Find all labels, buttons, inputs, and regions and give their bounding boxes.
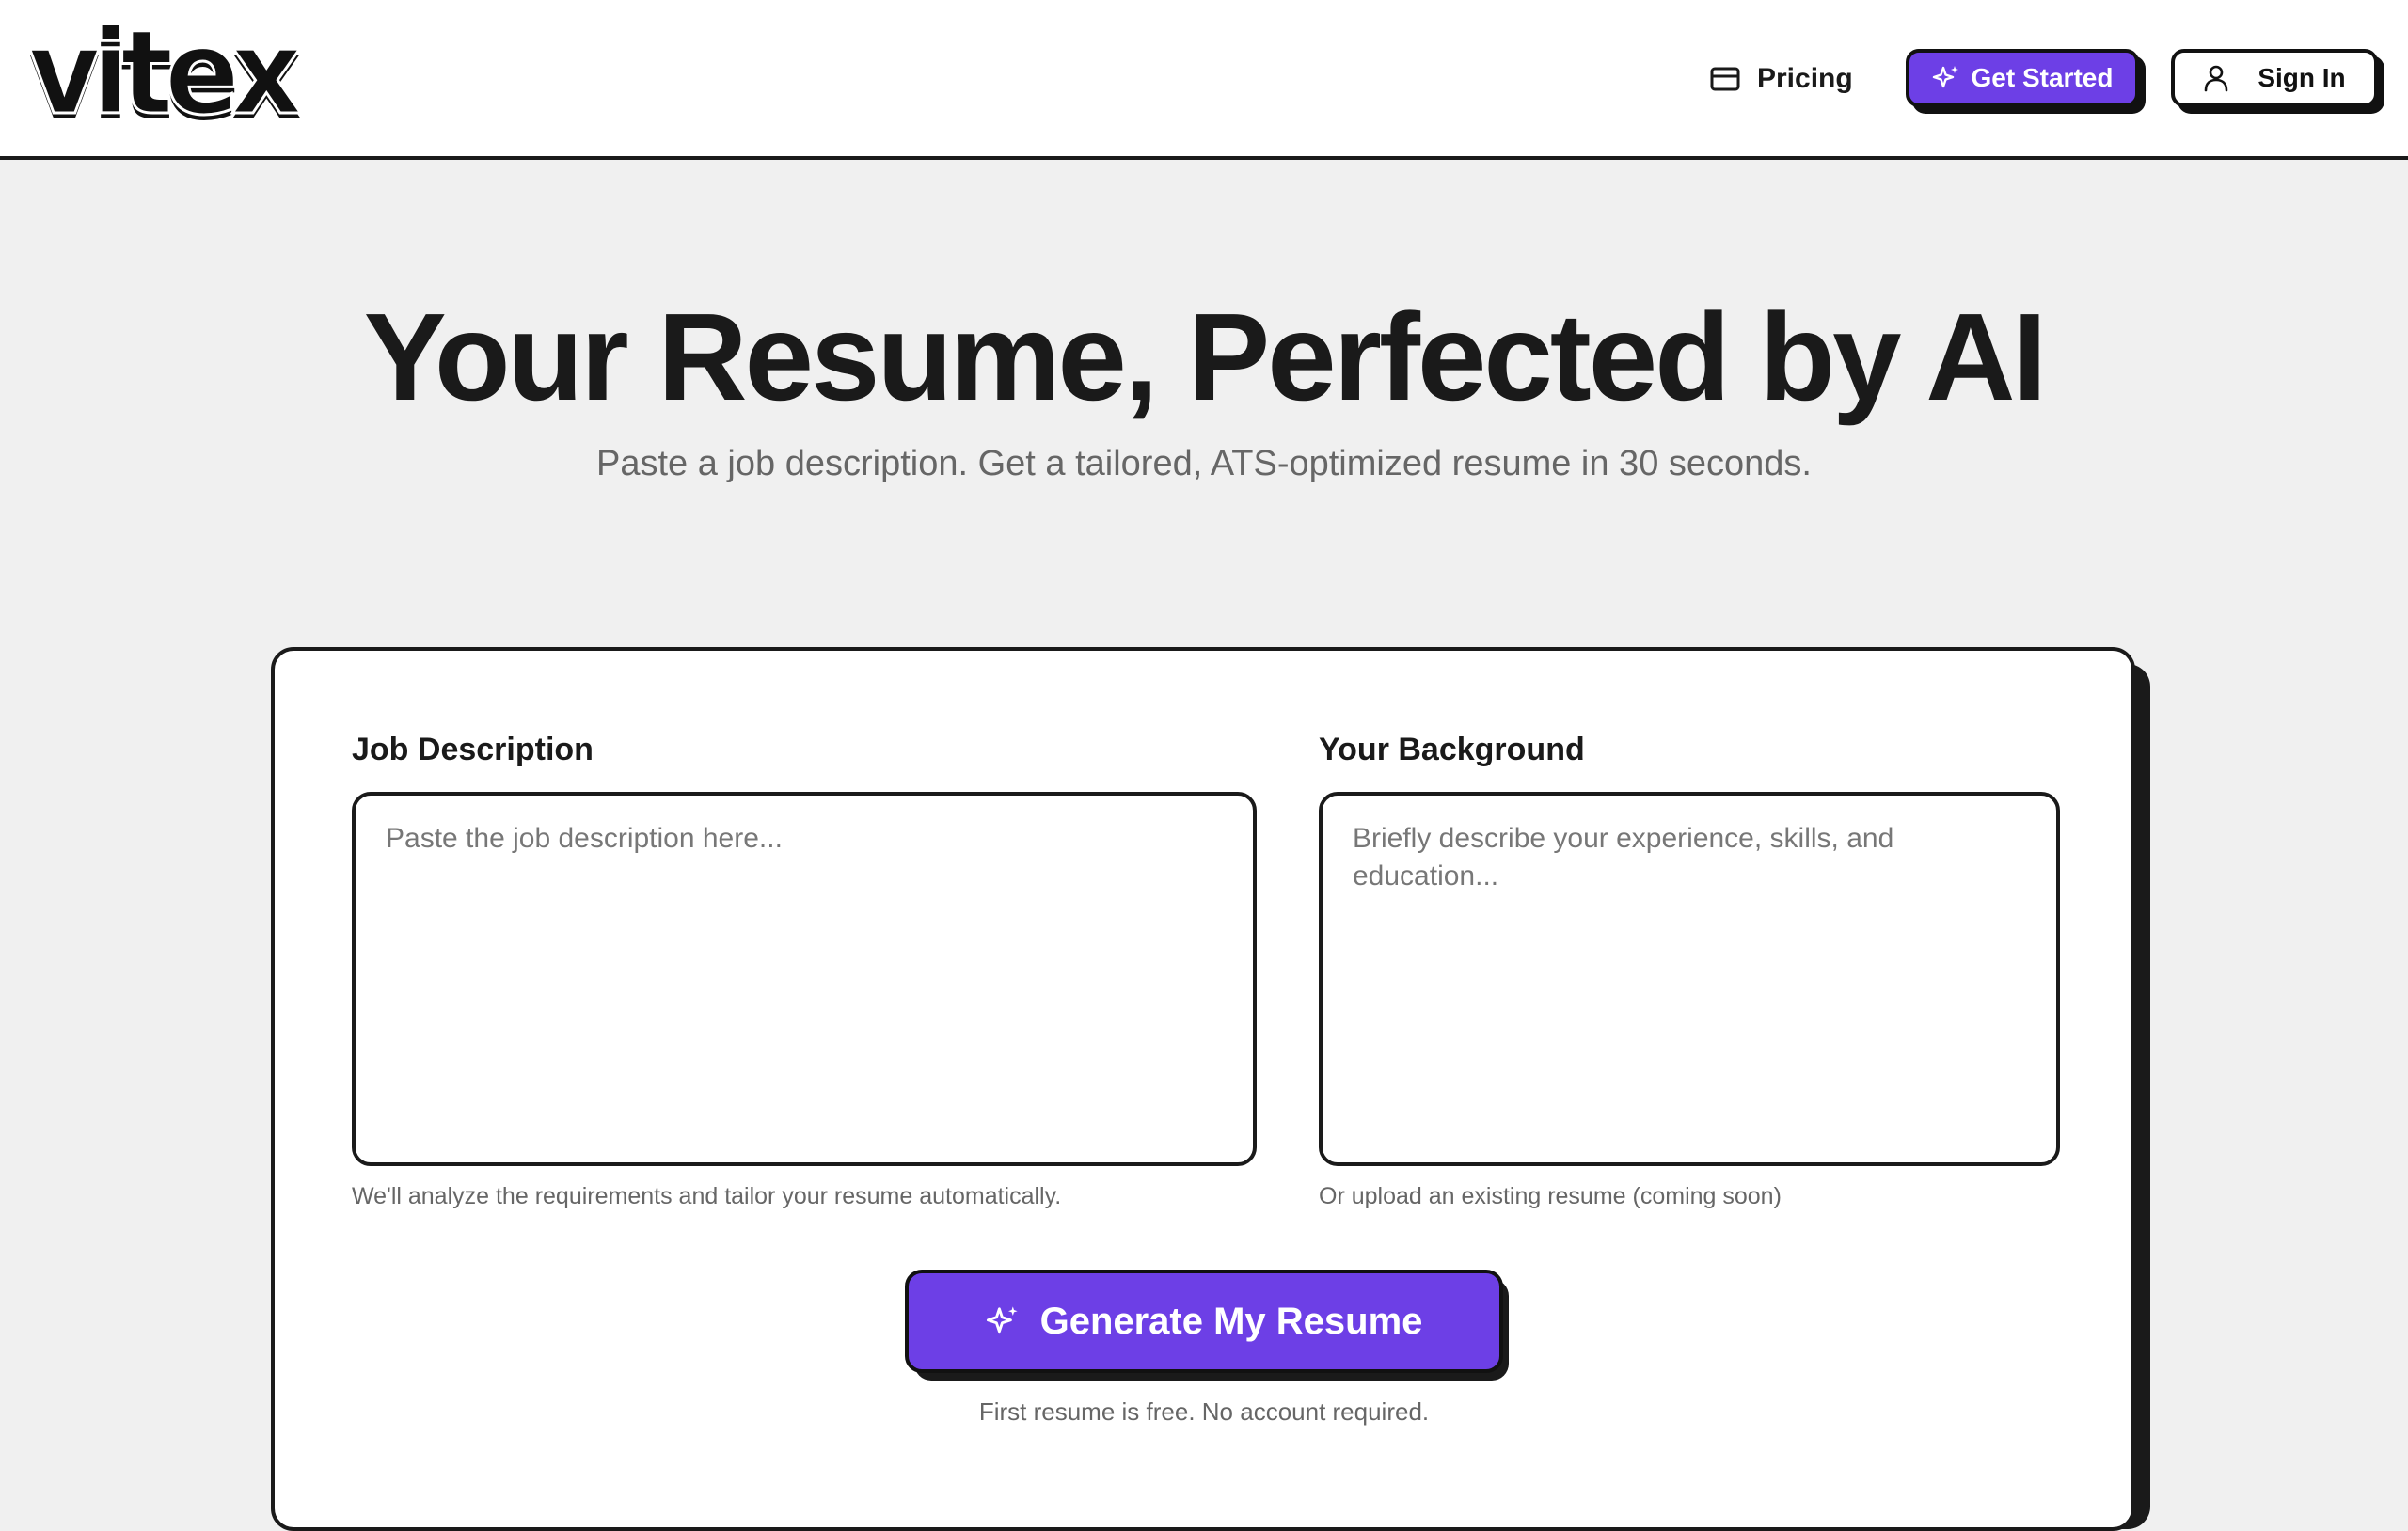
- generate-label: Generate My Resume: [1039, 1300, 1423, 1342]
- free-note: First resume is free. No account require…: [978, 1397, 1430, 1426]
- logo[interactable]: vitex: [27, 14, 304, 134]
- job-description-hint: We'll analyze the requirements and tailo…: [352, 1183, 1062, 1209]
- get-started-button[interactable]: Get Started: [1906, 49, 2139, 107]
- get-started-label: Get Started: [1971, 63, 2114, 92]
- background-input[interactable]: [1319, 792, 2060, 1166]
- background-hint: Or upload an existing resume (coming soo…: [1319, 1183, 1782, 1209]
- background-label: Your Background: [1319, 732, 1585, 767]
- job-description-label: Job Description: [352, 732, 594, 767]
- sign-in-label: Sign In: [2258, 63, 2346, 92]
- site-header: vitex Pricing Get Started Sign In: [0, 0, 2408, 160]
- card-icon: [1710, 67, 1740, 91]
- sign-in-button[interactable]: Sign In: [2171, 49, 2378, 107]
- job-description-input[interactable]: [352, 792, 1257, 1166]
- sparkles-icon: [986, 1304, 1020, 1338]
- generate-resume-button[interactable]: Generate My Resume: [905, 1270, 1503, 1373]
- page-subtitle: Paste a job description. Get a tailored,…: [596, 444, 1812, 483]
- sparkles-icon: [1932, 64, 1960, 92]
- page-title: Your Resume, Perfected by AI: [363, 288, 2048, 426]
- user-icon: [2203, 64, 2229, 92]
- pricing-label: Pricing: [1757, 63, 1853, 94]
- nav-pricing-link[interactable]: Pricing: [1710, 56, 1853, 102]
